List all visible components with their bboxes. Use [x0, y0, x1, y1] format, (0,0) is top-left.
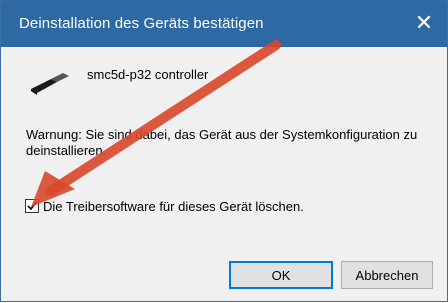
title-bar: Deinstallation des Geräts bestätigen ✕ [1, 1, 447, 47]
checkmark-icon [27, 201, 37, 211]
delete-driver-option[interactable]: Die Treibersoftware für dieses Gerät lös… [25, 197, 304, 215]
warning-text: Warnung: Sie sind dabei, das Gerät aus d… [26, 127, 418, 158]
device-name: smc5d-p32 controller [87, 67, 209, 82]
cancel-button[interactable]: Abbrechen [341, 261, 433, 289]
usb-plug-icon [31, 73, 69, 95]
delete-driver-label: Die Treibersoftware für dieses Gerät lös… [43, 198, 304, 214]
delete-driver-checkbox[interactable] [25, 199, 39, 213]
ok-button[interactable]: OK [229, 261, 333, 289]
dialog-content: smc5d-p32 controller Warnung: Sie sind d… [1, 47, 447, 301]
uninstall-dialog: Deinstallation des Geräts bestätigen ✕ s… [0, 0, 448, 302]
close-icon[interactable]: ✕ [411, 10, 437, 36]
dialog-title: Deinstallation des Geräts bestätigen [19, 15, 264, 32]
